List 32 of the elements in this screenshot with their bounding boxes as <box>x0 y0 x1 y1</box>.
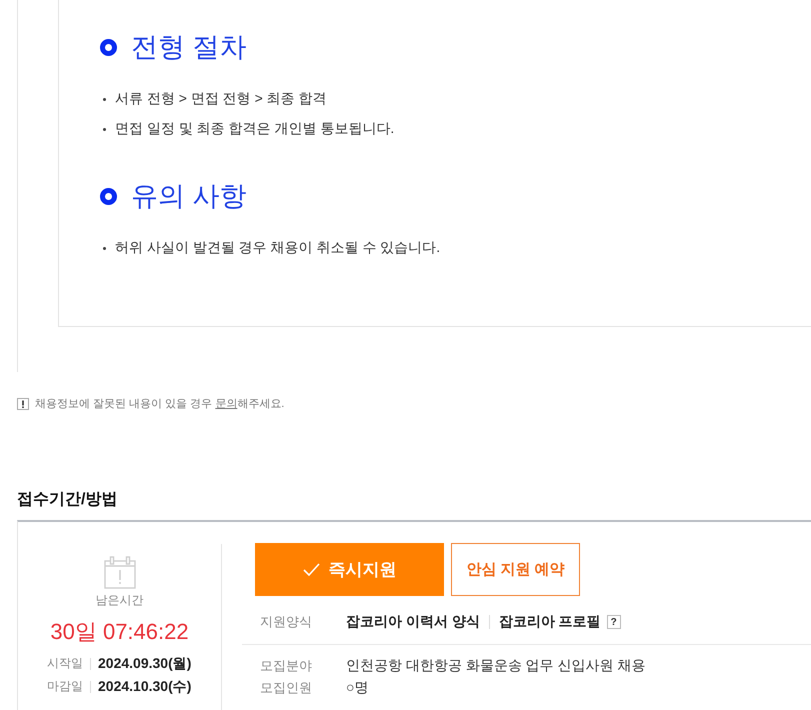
date-value: 2024.09.30(월) <box>98 654 192 672</box>
section-heading: 유의 사항 <box>131 180 247 213</box>
calendar-icon <box>104 556 136 589</box>
field-value: ○명 <box>346 679 368 697</box>
notice-text: 채용정보에 잘못된 내용이 있을 경우 문의해주세요. <box>35 397 284 411</box>
bullet-icon <box>103 246 106 250</box>
ring-icon <box>100 188 117 204</box>
field-label: 지원양식 <box>260 613 313 631</box>
form-option: 잡코리아 이력서 양식 <box>346 613 480 631</box>
field-label: 모집분야 <box>260 657 313 675</box>
bullet-text: 면접 일정 및 최종 합격은 개인별 통보됩니다. <box>115 120 394 138</box>
check-icon <box>302 563 320 576</box>
alert-icon <box>17 398 29 410</box>
date-label: 시작일 <box>47 655 83 672</box>
inquiry-link[interactable]: 문의 <box>215 398 238 410</box>
form-option: 잡코리아 프로필 <box>498 613 601 631</box>
bullet-text: 허위 사실이 발견될 경우 채용이 취소될 수 있습니다. <box>115 239 440 257</box>
field-value: 인천공항 대한항공 화물운송 업무 신입사원 채용 <box>346 657 646 675</box>
bullet-icon <box>103 98 106 100</box>
apply-now-button[interactable]: 즉시지원 <box>255 543 444 596</box>
ring-icon <box>100 38 117 56</box>
bullet-text: 서류 전형 > 면접 전형 > 최종 합격 <box>115 90 327 108</box>
remaining-label: 남은시간 <box>96 592 144 608</box>
date-value: 2024.10.30(수) <box>98 678 192 696</box>
reserve-apply-button[interactable]: 안심 지원 예약 <box>451 543 580 596</box>
help-button[interactable]: ? <box>606 615 621 629</box>
bullet-icon <box>103 128 106 130</box>
field-label: 모집인원 <box>260 679 313 697</box>
section-title: 접수기간/방법 <box>17 490 118 510</box>
date-label: 마감일 <box>47 678 83 695</box>
remaining-time: 30일 07:46:22 <box>50 618 189 646</box>
section-heading: 전형 절차 <box>131 31 247 64</box>
